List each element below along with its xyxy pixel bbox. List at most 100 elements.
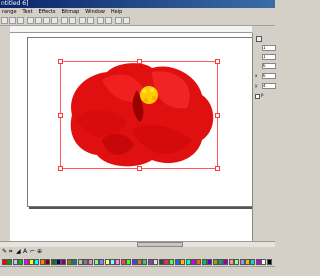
resize-handle-s[interactable] [137, 166, 142, 171]
color-swatch[interactable] [104, 259, 110, 265]
selection-box[interactable] [58, 59, 220, 171]
color-swatch[interactable] [164, 259, 169, 265]
y-label: y [255, 83, 258, 88]
color-swatch[interactable] [88, 259, 94, 265]
color-swatch[interactable] [126, 259, 132, 265]
color-swatch[interactable] [93, 259, 99, 265]
color-swatch[interactable] [72, 259, 78, 265]
color-swatch[interactable] [2, 259, 7, 265]
color-swatch[interactable] [131, 259, 137, 265]
redo-icon[interactable] [69, 17, 76, 24]
color-swatch[interactable] [115, 259, 121, 265]
resize-handle-ne[interactable] [215, 59, 220, 64]
color-swatch[interactable] [212, 259, 218, 265]
snap-icon[interactable] [123, 17, 130, 24]
color-swatch[interactable] [239, 259, 245, 265]
color-swatch[interactable] [56, 259, 61, 265]
color-swatch[interactable] [110, 259, 115, 265]
color-swatch[interactable] [234, 259, 240, 265]
x-label: x [255, 73, 258, 78]
export-icon[interactable] [87, 17, 94, 24]
color-swatch[interactable] [228, 259, 234, 265]
color-swatch[interactable] [191, 259, 196, 265]
color-swatch[interactable] [180, 259, 186, 265]
undo-icon[interactable] [61, 17, 68, 24]
color-swatch[interactable] [223, 259, 229, 265]
resize-handle-sw[interactable] [58, 166, 63, 171]
zoom-out-icon[interactable] [105, 17, 112, 24]
height-field[interactable]: 1 [262, 54, 276, 60]
menu-window[interactable]: Window [83, 8, 107, 16]
menu-bitmap[interactable]: Bitmap [59, 8, 81, 16]
color-swatch[interactable] [201, 259, 207, 265]
copy-icon[interactable] [43, 17, 50, 24]
vertical-ruler [0, 26, 10, 244]
import-icon[interactable] [79, 17, 86, 24]
menu-arrange[interactable]: range [0, 8, 19, 16]
width-field[interactable]: 1 [262, 45, 276, 51]
resize-handle-se[interactable] [215, 166, 220, 171]
color-swatch[interactable] [99, 259, 105, 265]
color-swatch[interactable] [218, 259, 223, 265]
standard-toolbar [0, 16, 275, 26]
proportional-checkbox[interactable] [255, 94, 260, 99]
color-swatch[interactable] [34, 259, 40, 265]
resize-handle-nw[interactable] [58, 59, 63, 64]
paste-icon[interactable] [51, 17, 58, 24]
color-swatch[interactable] [158, 259, 164, 265]
menu-effects[interactable]: Effects [37, 8, 58, 16]
zoom-in-icon[interactable] [97, 17, 104, 24]
color-swatch[interactable] [50, 259, 56, 265]
resize-handle-e[interactable] [215, 113, 220, 118]
color-swatch[interactable] [174, 259, 180, 265]
menu-text[interactable]: Text [20, 8, 34, 16]
color-swatch[interactable] [23, 259, 29, 265]
window-title: ntitled 6] [1, 0, 29, 7]
color-swatch[interactable] [142, 259, 148, 265]
crop-icon[interactable]: ⌗ [9, 249, 15, 255]
resize-handle-n[interactable] [137, 59, 142, 64]
close-icon[interactable] [256, 36, 262, 42]
open-icon[interactable] [9, 17, 16, 24]
text-icon[interactable]: A [23, 249, 29, 255]
print-icon[interactable] [27, 17, 34, 24]
save-icon[interactable] [17, 17, 24, 24]
pencil-icon[interactable]: ✎ [2, 249, 8, 255]
zoom-icon[interactable]: ⊕ [37, 249, 43, 255]
brush-icon[interactable]: ⌐ [30, 249, 36, 255]
color-swatch[interactable] [153, 259, 159, 265]
color-swatch[interactable] [207, 259, 213, 265]
color-swatch[interactable] [250, 259, 256, 265]
new-icon[interactable] [1, 17, 8, 24]
color-swatch[interactable] [137, 259, 142, 265]
resize-handle-w[interactable] [58, 113, 63, 118]
color-swatch[interactable] [185, 259, 191, 265]
color-swatch[interactable] [147, 259, 153, 265]
cut-icon[interactable] [35, 17, 42, 24]
grid-icon[interactable] [115, 17, 122, 24]
x-field[interactable]: 6 [262, 73, 276, 79]
color-swatch[interactable] [45, 259, 51, 265]
color-swatch[interactable] [266, 259, 272, 265]
color-swatch[interactable] [255, 259, 261, 265]
color-swatch[interactable] [29, 259, 34, 265]
color-swatch[interactable] [39, 259, 45, 265]
title-bar: ntitled 6] [0, 0, 275, 8]
fill-icon[interactable]: ◢ [16, 249, 22, 255]
y-field[interactable]: 4 [262, 83, 276, 89]
color-swatch[interactable] [77, 259, 83, 265]
color-swatch[interactable] [120, 259, 126, 265]
color-swatch[interactable] [66, 259, 72, 265]
page-shadow [29, 207, 275, 209]
scale-field[interactable]: 6 [262, 63, 276, 69]
color-swatch[interactable] [196, 259, 202, 265]
color-swatch[interactable] [83, 259, 88, 265]
menu-help[interactable]: Help [109, 8, 124, 16]
color-swatch[interactable] [61, 259, 67, 265]
color-swatch[interactable] [12, 259, 18, 265]
color-swatch[interactable] [18, 259, 24, 265]
color-swatch[interactable] [245, 259, 250, 265]
color-swatch[interactable] [169, 259, 175, 265]
color-swatch[interactable] [7, 259, 13, 265]
color-swatch[interactable] [261, 259, 267, 265]
